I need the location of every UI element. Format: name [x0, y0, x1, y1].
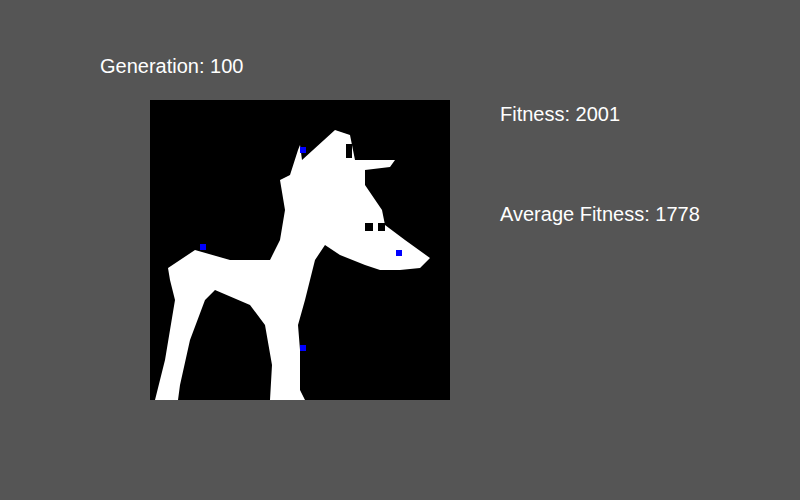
stat-label: Fitness: 2001: [500, 100, 700, 128]
evolved-figure-icon: [150, 100, 450, 400]
stats-panel: Fitness: 2001 Average Fitness: 1778: [500, 100, 700, 228]
evolved-image-canvas: [150, 100, 450, 400]
generation-label: Generation: 100: [100, 52, 800, 80]
app-screen: Generation: 100 Fitness: 2001 Average Fitn…: [0, 0, 800, 500]
stat-label: Average Fitness: 1778: [500, 200, 700, 228]
